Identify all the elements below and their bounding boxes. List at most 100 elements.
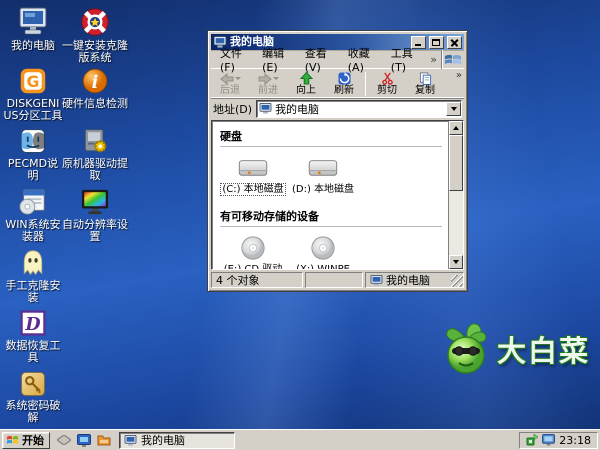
task-button-label: 我的电脑 (141, 432, 185, 448)
desktop-icon-onekey-install[interactable]: 一键安装克隆版系统 (62, 5, 128, 64)
copy-button[interactable]: 复制 (406, 70, 444, 98)
status-panel-empty (305, 272, 363, 288)
taskbar: 开始 我的电脑 23:18 (0, 429, 600, 450)
close-button[interactable] (447, 36, 462, 49)
desktop-icon-manual-clone[interactable]: 手工克隆安装 (3, 245, 63, 304)
status-location: 我的电脑 (365, 272, 464, 288)
address-label: 地址(D) (213, 101, 252, 117)
svg-text:D: D (24, 315, 41, 335)
desktop-icon-label: 硬件信息检测 (62, 98, 128, 110)
menu-overflow-chevron[interactable]: » (426, 53, 441, 66)
refresh-button[interactable]: 刷新 (325, 70, 363, 98)
address-combobox[interactable]: 我的电脑 (256, 100, 462, 118)
desktop-icon-label: 自动分辨率设置 (62, 219, 128, 243)
address-bar: 地址(D) 我的电脑 (211, 99, 464, 120)
cd-icon (220, 234, 286, 262)
cut-button[interactable]: 剪切 (368, 70, 406, 98)
desktop-icon-label: 系统密码破解 (3, 400, 63, 424)
desktop-icon-pecmd-help[interactable]: PECMD说明 (3, 123, 63, 182)
drive-e[interactable]: (E:) CD 驱动器 (220, 234, 286, 269)
minimize-button[interactable] (411, 36, 426, 49)
scroll-up-button[interactable] (449, 121, 463, 135)
scrollbar-track[interactable] (449, 191, 463, 255)
desktop-icon-label: 我的电脑 (3, 40, 63, 52)
desktop-icon-label: 原机器驱动提取 (62, 158, 128, 182)
taskbar-button-my-computer[interactable]: 我的电脑 (119, 432, 235, 449)
drive-label: (E:) CD 驱动器 (224, 264, 283, 269)
hdd-icon (220, 154, 286, 182)
forward-button[interactable]: 前进 (249, 70, 287, 98)
toolbar: 后退 前进 向上 刷新 剪切 复制 » (211, 69, 464, 99)
back-button[interactable]: 后退 (211, 70, 249, 98)
desktop-icon-data-recovery[interactable]: D 数据恢复工具 (3, 305, 63, 364)
desktop-icon-label: WIN系统安装器 (3, 219, 63, 243)
drive-label: (D:) 本地磁盘 (292, 184, 354, 195)
letter-d-icon: D (3, 305, 63, 337)
quicklaunch-show-desktop-icon[interactable] (56, 433, 71, 448)
back-icon (220, 73, 234, 85)
menu-bar: 文件(F) 编辑(E) 查看(V) 收藏(A) 工具(T) » (211, 50, 464, 69)
desktop-icon-win-installer[interactable]: WIN系统安装器 (3, 184, 63, 243)
cut-label: 剪切 (377, 86, 397, 96)
my-computer-window: 我的电脑 文件(F) 编辑(E) 查看(V) 收藏(A) 工具(T) » 后退 (207, 30, 468, 292)
brand-logo: 大白菜 (441, 322, 590, 376)
up-label: 向上 (296, 86, 316, 96)
desktop-icon-driver-extract[interactable]: 原机器驱动提取 (62, 123, 128, 182)
desktop-icon-my-computer[interactable]: 我的电脑 (3, 5, 63, 52)
task-computer-icon (124, 435, 137, 446)
start-label: 开始 (22, 432, 44, 448)
refresh-label: 刷新 (334, 86, 354, 96)
status-location-label: 我的电脑 (386, 272, 430, 288)
drive-label: (X:) WINPE (296, 264, 350, 269)
scroll-down-button[interactable] (449, 255, 463, 269)
quicklaunch-file-manager-icon[interactable] (96, 433, 111, 448)
address-computer-icon (259, 103, 272, 114)
ghost-icon (3, 245, 63, 277)
desktop-icon-diskgenius[interactable]: G DISKGENIUS分区工具 (3, 63, 63, 122)
cd-icon (290, 234, 356, 262)
forward-label: 前进 (258, 86, 278, 96)
copy-icon (419, 72, 432, 85)
driver-gear-icon (62, 123, 128, 155)
drive-c[interactable]: (C:) 本地磁盘 (220, 154, 286, 195)
maximize-button[interactable] (429, 36, 444, 49)
resize-grip[interactable] (451, 275, 463, 287)
chevron-up-icon (453, 126, 459, 130)
copy-label: 复制 (415, 86, 435, 96)
address-value: 我的电脑 (275, 101, 443, 117)
back-label: 后退 (220, 86, 240, 96)
toolbar-overflow-chevron[interactable]: » (456, 70, 462, 81)
desktop-icon-hardware-info[interactable]: i 硬件信息检测 (62, 63, 128, 110)
tray-hardware-icon[interactable] (526, 434, 538, 446)
vertical-scrollbar[interactable] (448, 121, 463, 269)
status-bar: 4 个对象 我的电脑 (211, 270, 464, 288)
scrollbar-thumb[interactable] (449, 135, 463, 191)
chevron-down-icon (451, 107, 457, 111)
desktop: 我的电脑 一键安装克隆版系统 G DISKGENIUS分区工具 i 硬件信息检测… (0, 0, 600, 450)
chevron-down-icon (273, 77, 279, 80)
cabbage-mascot-icon (441, 322, 493, 376)
up-button[interactable]: 向上 (287, 70, 325, 98)
brand-text: 大白菜 (497, 328, 590, 370)
resolution-monitor-icon (62, 184, 128, 216)
install-cd-icon (3, 184, 63, 216)
diskgenius-icon: G (3, 63, 63, 95)
desktop-icon-auto-resolution[interactable]: 自动分辨率设置 (62, 184, 128, 243)
key-icon (3, 365, 63, 397)
start-button[interactable]: 开始 (2, 432, 50, 449)
drive-x[interactable]: (X:) WINPE (290, 234, 356, 269)
drive-d[interactable]: (D:) 本地磁盘 (290, 154, 356, 195)
tray-display-icon[interactable] (542, 434, 555, 446)
windows-flag-icon (441, 50, 464, 69)
quicklaunch-display-tool-icon[interactable] (76, 433, 91, 448)
svg-text:i: i (92, 73, 99, 93)
minimize-icon (415, 44, 421, 46)
drive-label: (C:) 本地磁盘 (220, 183, 285, 196)
system-tray: 23:18 (519, 432, 598, 449)
start-flag-icon (6, 434, 19, 446)
tray-clock: 23:18 (559, 434, 591, 447)
desktop-icon-label: 一键安装克隆版系统 (62, 40, 128, 64)
desktop-icon-password-crack[interactable]: 系统密码破解 (3, 365, 63, 424)
address-dropdown-button[interactable] (446, 102, 461, 116)
folder-view: 硬盘 (C:) 本地磁盘 (D:) 本地磁盘 (211, 120, 464, 270)
